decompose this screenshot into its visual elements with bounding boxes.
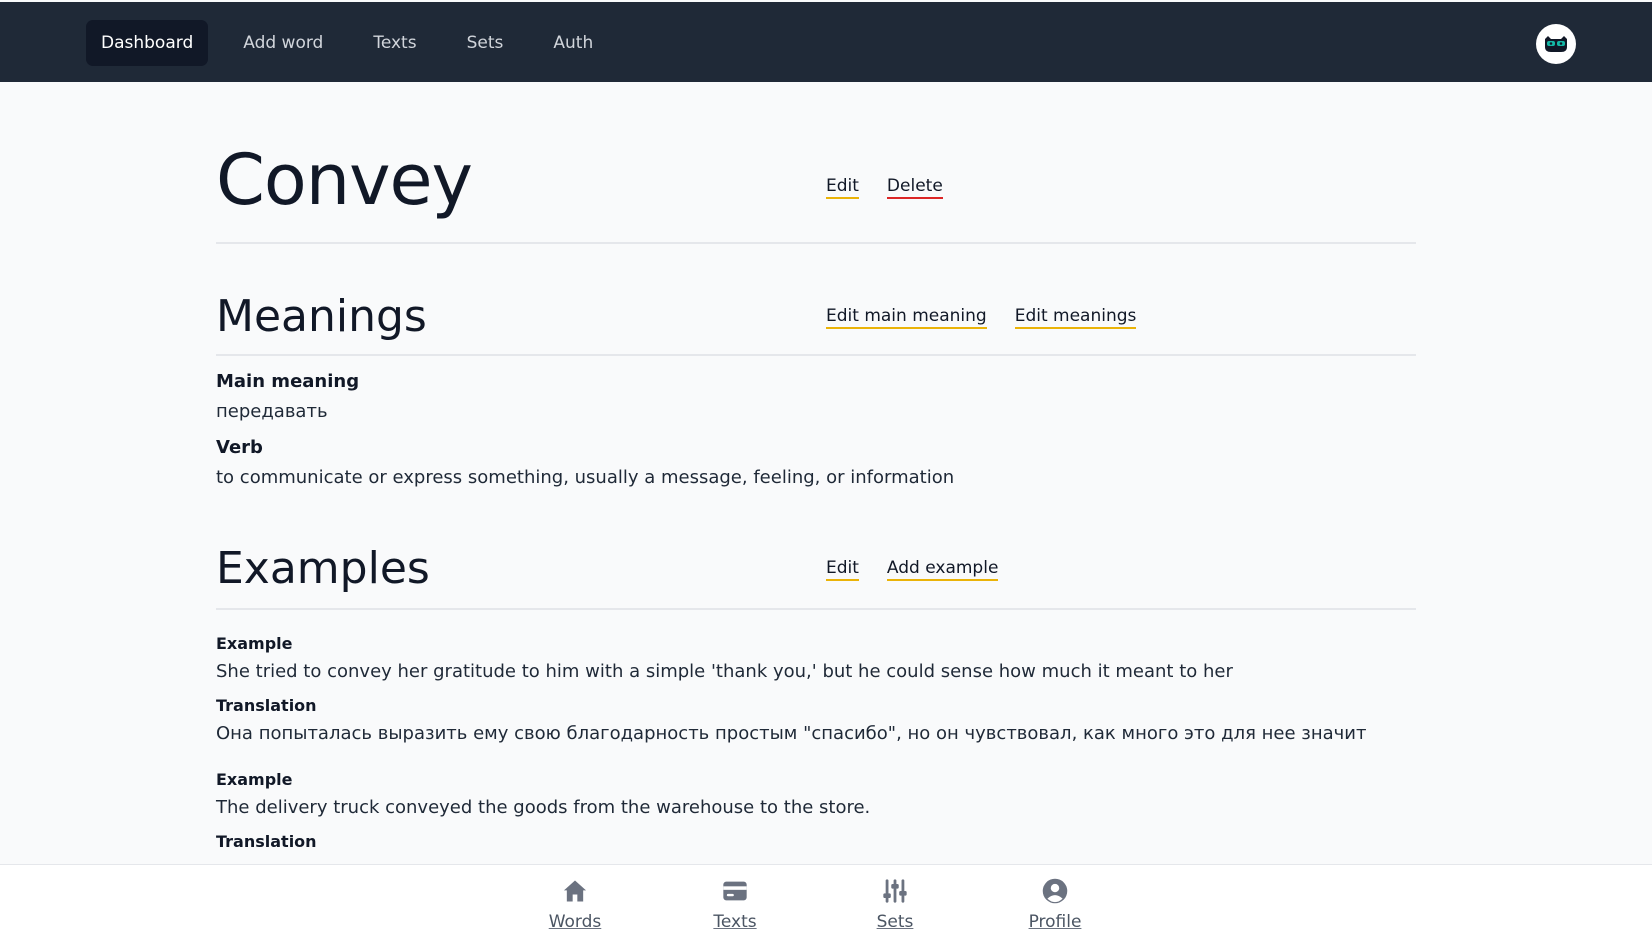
list-item: Example She tried to convey her gratitud… <box>216 634 1416 746</box>
word-title: Convey <box>216 139 473 221</box>
edit-meanings-button[interactable]: Edit meanings <box>1014 306 1137 329</box>
bottom-nav-label: Words <box>548 912 602 932</box>
bottom-nav-label: Profile <box>1028 912 1082 932</box>
examples-title: Examples <box>216 543 430 594</box>
examples-header: Examples Edit Add example <box>216 490 1416 610</box>
word-header: Convey Edit Delete <box>216 82 1416 244</box>
word-actions: Edit Delete <box>826 176 971 199</box>
bottom-nav-profile[interactable]: Profile <box>995 877 1115 933</box>
translation-label: Translation <box>216 696 317 715</box>
meanings-body: Main meaning передавать Verb to communic… <box>216 356 1416 490</box>
translation-text: Она попыталась выразить ему свою благода… <box>216 723 1367 744</box>
bottom-nav-label: Sets <box>876 912 914 932</box>
bottom-navbar: Words Texts Sets Profile <box>0 864 1652 943</box>
main-meaning-value: передавать <box>216 401 328 422</box>
examples-actions: Edit Add example <box>826 558 1026 581</box>
nav-item-auth[interactable]: Auth <box>538 20 608 66</box>
bottom-nav-words[interactable]: Words <box>515 877 635 933</box>
example-label: Example <box>216 770 293 789</box>
meanings-title: Meanings <box>216 291 427 342</box>
home-icon <box>515 877 635 905</box>
list-item: Example The delivery truck conveyed the … <box>216 770 1416 852</box>
top-navbar: Dashboard Add word Texts Sets Auth <box>0 2 1652 82</box>
meanings-header: Meanings Edit main meaning Edit meanings <box>216 244 1416 356</box>
nav-item-sets[interactable]: Sets <box>452 20 519 66</box>
translation-label: Translation <box>216 832 317 851</box>
example-label: Example <box>216 634 293 653</box>
avatar[interactable] <box>1536 24 1576 64</box>
examples-list: Example She tried to convey her gratitud… <box>216 610 1416 852</box>
definition-text: to communicate or express something, usu… <box>216 467 955 488</box>
top-nav: Dashboard Add word Texts Sets Auth <box>86 20 628 66</box>
example-text: She tried to convey her gratitude to him… <box>216 661 1233 682</box>
nav-item-dashboard[interactable]: Dashboard <box>86 20 209 66</box>
nav-item-add-word[interactable]: Add word <box>228 20 338 66</box>
add-example-button[interactable]: Add example <box>886 558 999 581</box>
example-text: The delivery truck conveyed the goods fr… <box>216 797 871 818</box>
nav-item-texts[interactable]: Texts <box>358 20 431 66</box>
bottom-nav-sets[interactable]: Sets <box>835 877 955 933</box>
part-of-speech-label: Verb <box>216 437 263 458</box>
card-icon <box>675 877 795 905</box>
bottom-nav-texts[interactable]: Texts <box>675 877 795 933</box>
edit-word-button[interactable]: Edit <box>826 176 859 199</box>
meaning-group: Verb to communicate or express something… <box>216 436 1416 490</box>
user-circle-icon <box>995 877 1115 905</box>
word-detail: Convey Edit Delete Meanings Edit main me… <box>216 82 1416 876</box>
delete-word-button[interactable]: Delete <box>886 176 943 199</box>
edit-examples-button[interactable]: Edit <box>826 558 859 581</box>
bottom-nav-label: Texts <box>713 912 757 932</box>
meanings-actions: Edit main meaning Edit meanings <box>826 306 1164 329</box>
edit-main-meaning-button[interactable]: Edit main meaning <box>826 306 987 329</box>
avatar-mascot-icon <box>1545 36 1567 52</box>
sliders-icon <box>835 877 955 905</box>
main-meaning-label: Main meaning <box>216 371 360 392</box>
